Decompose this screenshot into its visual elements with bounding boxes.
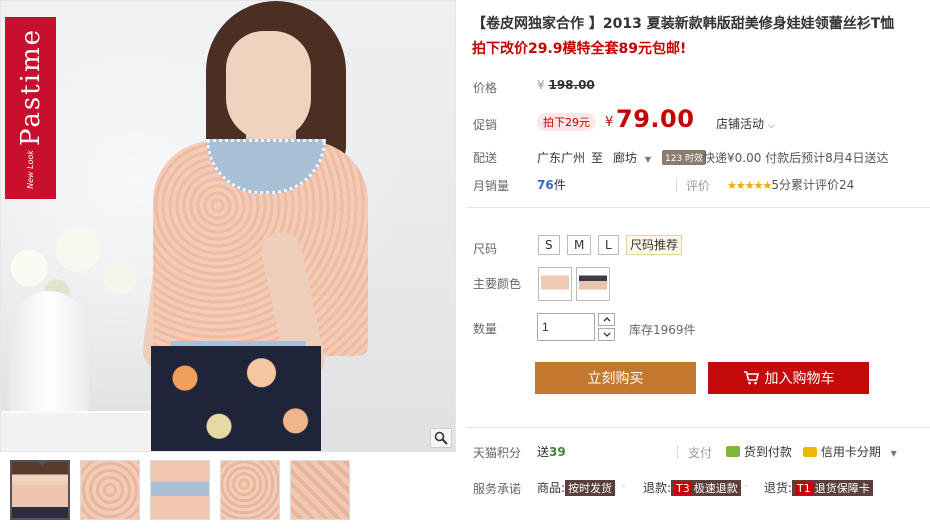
rating-text: 5分累计评价24: [771, 178, 855, 192]
original-price: ¥ 198.00: [537, 78, 595, 92]
magnifier-icon[interactable]: [430, 428, 452, 448]
brand-subtitle: New Look: [26, 149, 35, 189]
add-to-cart-label: 加入购物车: [764, 370, 835, 386]
brand-logo: Pastime New Look: [5, 17, 56, 199]
swatch-image: [541, 270, 569, 298]
model-face: [226, 31, 311, 141]
thumbnail-2[interactable]: [80, 460, 140, 520]
buy-now-label: 立刻购买: [587, 370, 644, 386]
quantity-increase-button[interactable]: [598, 313, 615, 326]
svc-goods-prefix: 商品:: [537, 481, 566, 495]
svc-return-badge: T1 退货保障卡: [792, 480, 873, 496]
pay-credit-label: 信用卡分期: [820, 445, 881, 459]
chevron-up-icon: [603, 317, 610, 322]
quantity-decrease-button[interactable]: [598, 328, 615, 341]
original-price-value: 198.00: [548, 78, 595, 92]
rating-summary[interactable]: ★★★★★5分累计评价24: [727, 176, 854, 193]
pay-label: 支付: [688, 446, 713, 460]
swatch-image: [579, 270, 607, 298]
points-label: 天猫积分: [473, 446, 522, 460]
quantity-input[interactable]: [537, 313, 595, 341]
size-option-m[interactable]: M: [567, 235, 592, 255]
rating-label: 评价: [686, 179, 711, 193]
promo-tag-wrap: 拍下29元: [537, 113, 596, 131]
thumbnail-4[interactable]: [220, 460, 280, 520]
photo-vase: [9, 291, 89, 416]
ship-from: 广东广州: [537, 151, 586, 165]
ship-to-city: 廊坊: [613, 151, 638, 165]
express-text: 快递¥0.00 付款后预计8月4日送达: [703, 151, 889, 165]
divider: [676, 178, 677, 192]
pay-credit-dropdown[interactable]: 信用卡分期 ▼: [803, 443, 897, 460]
price-label: 价格: [473, 81, 498, 95]
service-label: 服务承诺: [473, 482, 522, 496]
svc-refund-badge: T3 极速退款: [671, 480, 741, 496]
triangle-down-icon: ▼: [644, 155, 651, 164]
credit-card-icon: [803, 447, 817, 457]
points-value-wrap: 送39: [537, 443, 566, 460]
cod-icon: [726, 446, 740, 457]
photo-table: [1, 411, 161, 451]
svc-return-prefix: 退货:: [764, 481, 793, 495]
promo-headline: 拍下改价29.9模特全套89元包邮!: [472, 41, 687, 57]
star-rating-icon: ★★★★★: [727, 179, 772, 192]
ship-to-word: 至: [591, 151, 604, 165]
svc-refund-prefix: 退款:: [643, 481, 672, 495]
stock-text: 库存1969件: [629, 323, 696, 337]
currency-symbol: ¥: [537, 78, 545, 92]
add-to-cart-button[interactable]: 加入购物车: [708, 362, 869, 394]
svc-return-text: 退货保障卡: [814, 482, 870, 495]
thumbnail-strip: [10, 460, 350, 520]
pay-cod: 货到付款: [726, 443, 792, 460]
chevron-down-icon: ⌵: [767, 121, 775, 131]
thumbnail-3[interactable]: [150, 460, 210, 520]
svc-refund[interactable]: 退款: T3 极速退款: [643, 479, 741, 496]
express-time-badge: 123 时效: [662, 150, 707, 165]
svc-return[interactable]: 退货: T1 退货保障卡: [764, 479, 873, 496]
color-label: 主要颜色: [473, 277, 522, 291]
model-floral-skirt: [151, 346, 321, 451]
size-label: 尺码: [473, 242, 498, 256]
dot-separator: ·: [744, 479, 748, 493]
svc-refund-text: 极速退款: [693, 482, 738, 495]
color-swatch-2[interactable]: [576, 267, 610, 301]
sales-count-wrap: 76件: [537, 176, 566, 193]
thumbnail-5[interactable]: [290, 460, 350, 520]
promo-tag: 拍下29元: [537, 113, 596, 131]
ship-to-dropdown[interactable]: 廊坊 ▼: [613, 149, 651, 166]
photo-flowers: [1, 211, 141, 306]
sales-count: 76: [537, 178, 554, 192]
store-activity-dropdown[interactable]: 店铺活动 ⌵: [716, 115, 775, 132]
sales-unit: 件: [553, 178, 566, 192]
brand-name: Pastime: [15, 27, 46, 146]
size-recommend-link[interactable]: 尺码推荐: [626, 235, 683, 255]
main-product-image[interactable]: Pastime New Look: [0, 0, 456, 452]
points-prefix: 送: [537, 445, 550, 459]
svc-goods[interactable]: 商品: 按时发货: [537, 479, 616, 496]
svc-refund-code: T3: [674, 482, 692, 495]
promo-label: 促销: [473, 118, 498, 132]
express-badge-wrap: 123 时效: [662, 150, 707, 165]
size-option-s[interactable]: S: [538, 235, 560, 255]
chevron-down-icon: [603, 332, 610, 337]
points-value: 39: [549, 445, 566, 459]
buy-now-button[interactable]: 立刻购买: [535, 362, 696, 394]
color-swatch-1[interactable]: [538, 267, 572, 301]
dot-separator: ·: [622, 479, 626, 493]
promo-currency: ¥: [605, 115, 614, 130]
svc-goods-badge: 按时发货: [565, 480, 616, 496]
svc-return-code: T1: [795, 482, 813, 495]
divider: [677, 445, 678, 459]
pay-cod-label: 货到付款: [743, 445, 792, 459]
ship-label: 配送: [473, 151, 498, 165]
sales-label: 月销量: [473, 179, 510, 193]
triangle-down-icon: ▼: [890, 449, 897, 458]
size-option-l[interactable]: L: [598, 235, 619, 255]
promo-price: 79.00: [616, 105, 695, 133]
cart-icon: [743, 371, 759, 385]
thumbnail-1[interactable]: [10, 460, 70, 520]
product-title: 【卷皮网独家合作 】2013 夏装新款韩版甜美修身娃娃领蕾丝衫T恤: [472, 16, 895, 32]
quantity-label: 数量: [473, 322, 498, 336]
store-activity-label: 店铺活动: [716, 117, 765, 131]
